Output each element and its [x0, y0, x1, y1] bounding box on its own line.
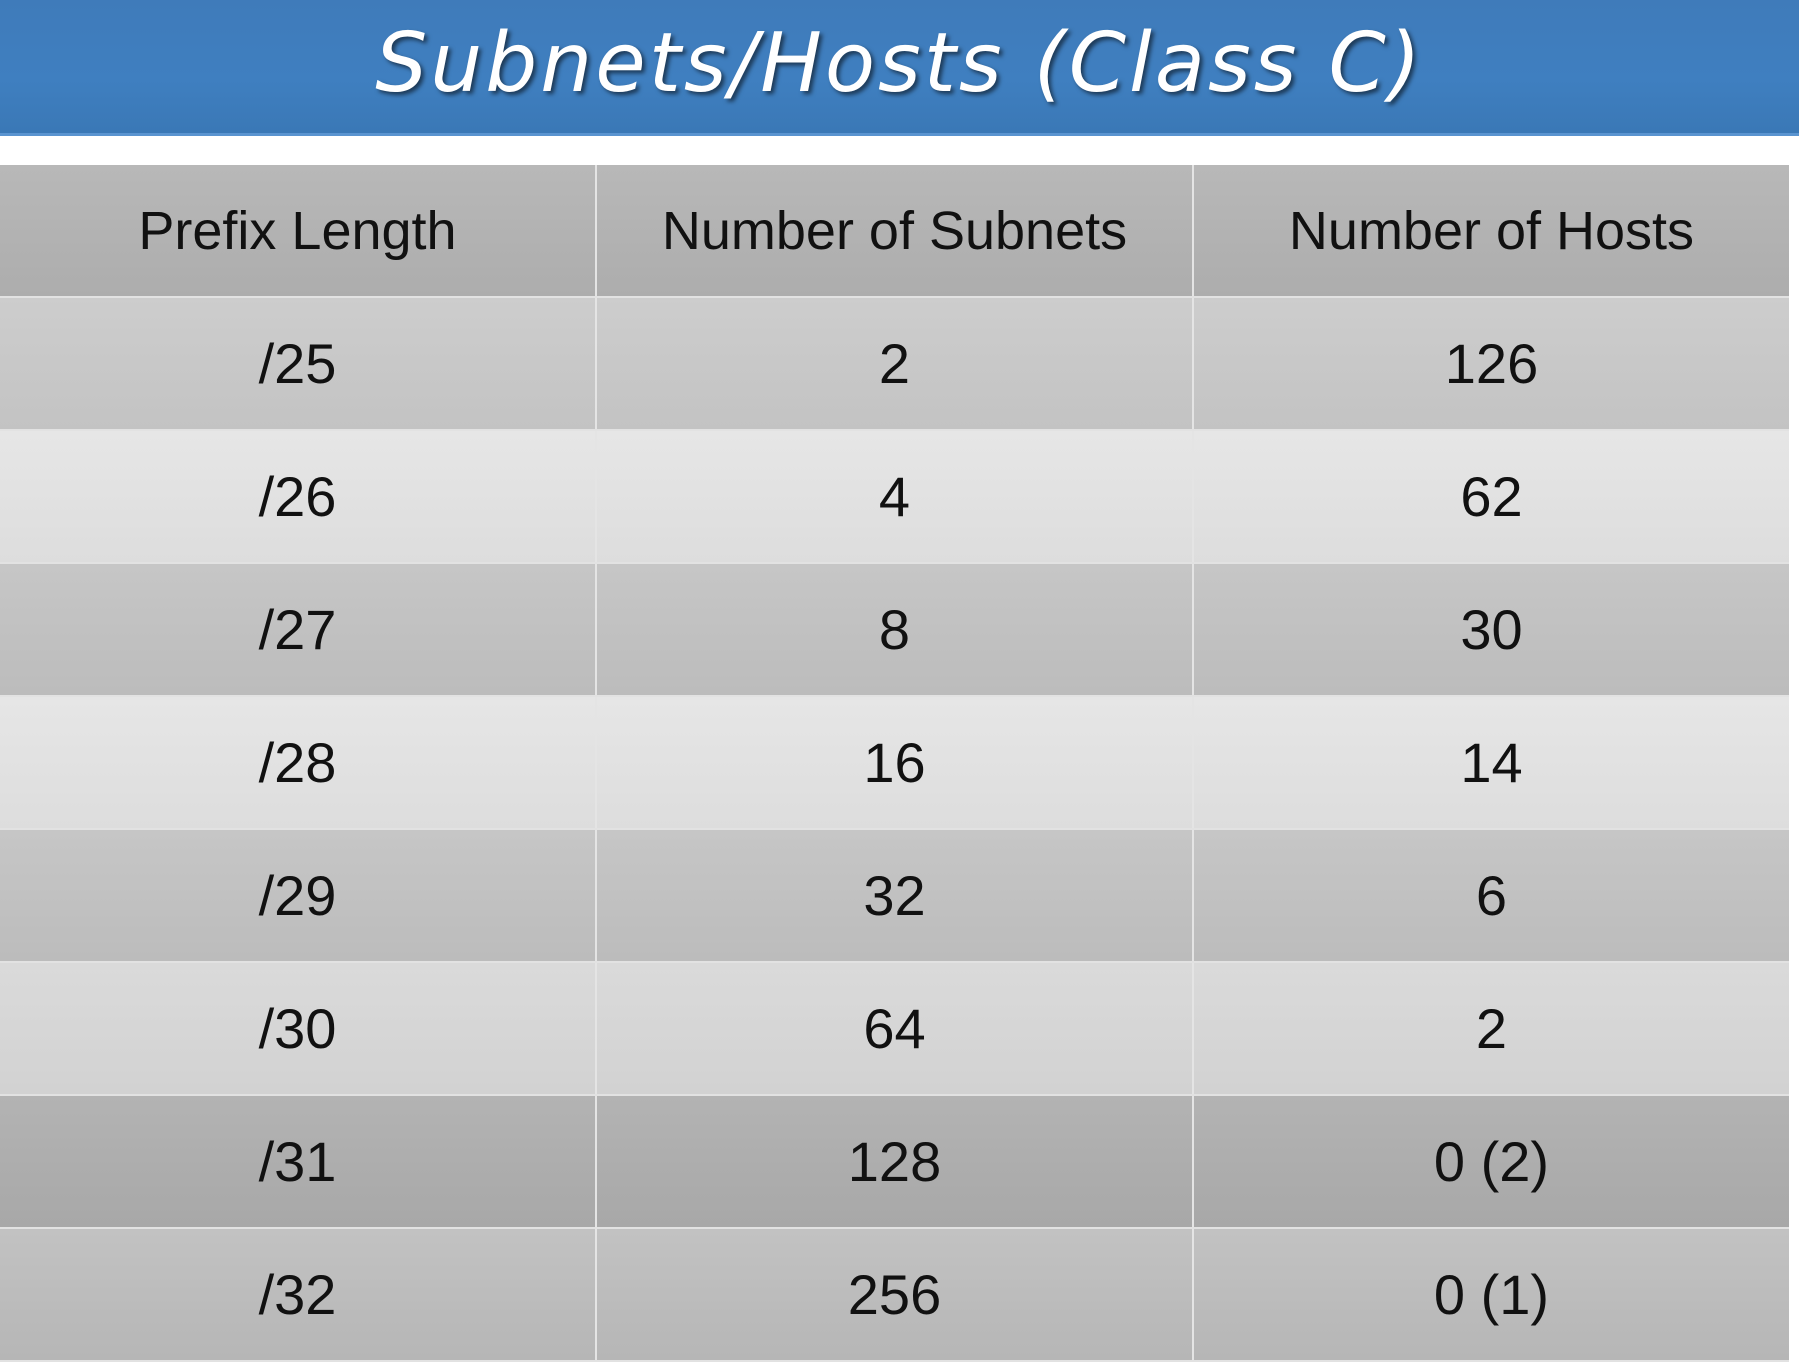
table-row: /28 16 14: [0, 696, 1789, 830]
header-prefix-length: Prefix Length: [0, 165, 597, 298]
subnet-table-container: Prefix Length Number of Subnets Number o…: [0, 165, 1789, 1366]
table-row: /29 32 6: [0, 829, 1789, 963]
hosts-cell: 14: [1193, 696, 1789, 830]
subnet-table: Prefix Length Number of Subnets Number o…: [0, 165, 1789, 1362]
subnets-cell: 16: [596, 696, 1194, 830]
prefix-cell: /32: [0, 1228, 597, 1362]
subnets-cell: 256: [596, 1228, 1194, 1362]
prefix-cell: /30: [0, 962, 597, 1096]
prefix-cell: /31: [0, 1095, 597, 1229]
table-row: /30 64 2: [0, 962, 1789, 1096]
prefix-cell: /26: [0, 430, 597, 564]
page-title: Subnets/Hosts (Class C): [375, 16, 1424, 111]
subnets-cell: 32: [596, 829, 1194, 963]
hosts-cell: 0 (2): [1193, 1095, 1789, 1229]
subnets-cell: 2: [596, 297, 1194, 431]
hosts-cell: 126: [1193, 297, 1789, 431]
hosts-cell: 30: [1193, 563, 1789, 697]
table-row: /27 8 30: [0, 563, 1789, 697]
table-row: /31 128 0 (2): [0, 1095, 1789, 1229]
prefix-cell: /25: [0, 297, 597, 431]
hosts-cell: 62: [1193, 430, 1789, 564]
prefix-cell: /27: [0, 563, 597, 697]
subnets-cell: 128: [596, 1095, 1194, 1229]
hosts-cell: 6: [1193, 829, 1789, 963]
subnets-cell: 8: [596, 563, 1194, 697]
prefix-cell: /29: [0, 829, 597, 963]
table-row: /25 2 126: [0, 297, 1789, 431]
subnets-cell: 4: [596, 430, 1194, 564]
table-row: /32 256 0 (1): [0, 1228, 1789, 1362]
hosts-cell: 0 (1): [1193, 1228, 1789, 1362]
subnets-cell: 64: [596, 962, 1194, 1096]
hosts-cell: 2: [1193, 962, 1789, 1096]
table-row: /26 4 62: [0, 430, 1789, 564]
table-header-row: Prefix Length Number of Subnets Number o…: [0, 165, 1789, 298]
header-number-of-subnets: Number of Subnets: [596, 165, 1194, 298]
prefix-cell: /28: [0, 696, 597, 830]
title-bar: Subnets/Hosts (Class C): [0, 0, 1799, 136]
header-number-of-hosts: Number of Hosts: [1193, 165, 1789, 298]
